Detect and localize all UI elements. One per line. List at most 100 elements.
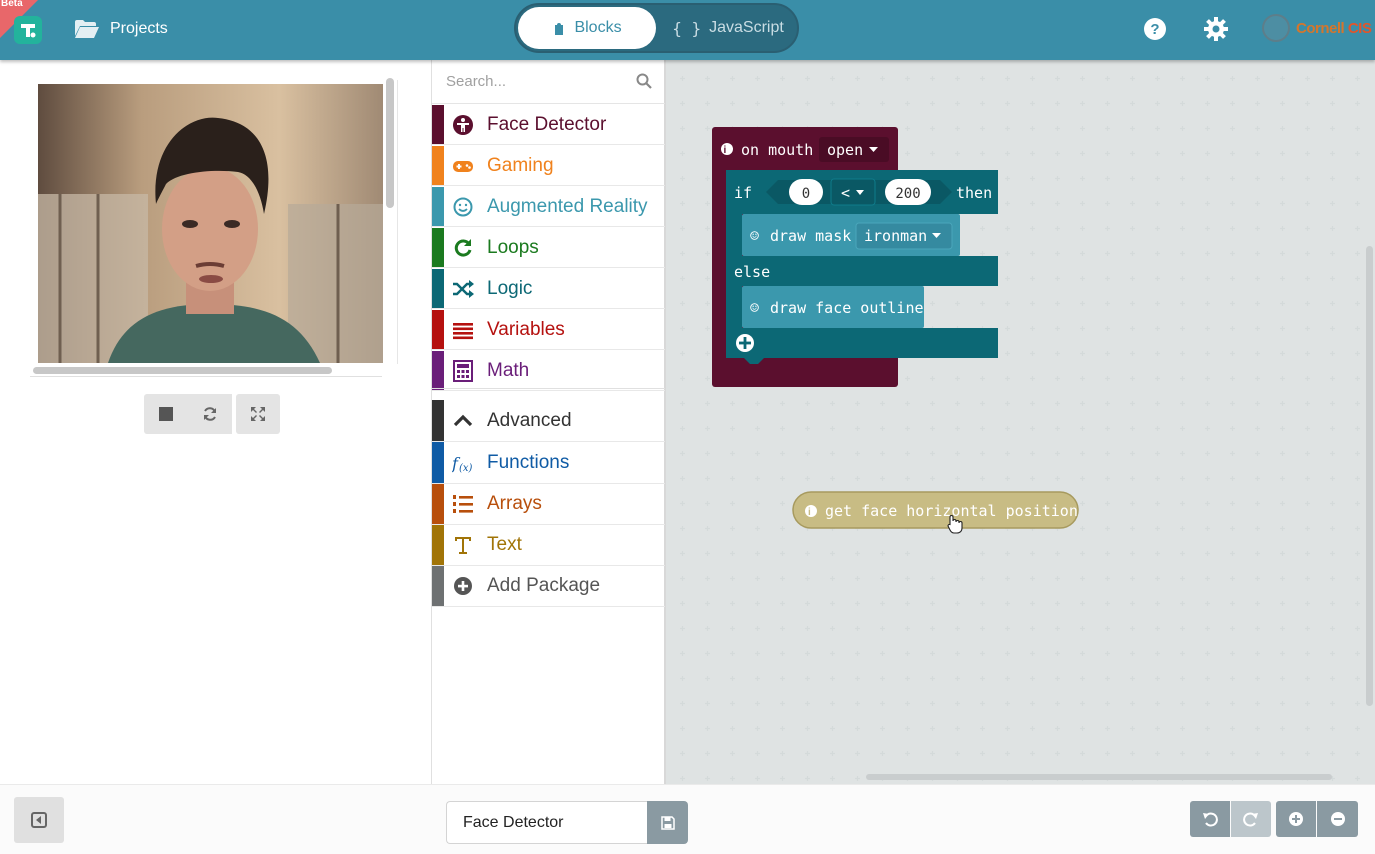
category-label: Face Detector <box>487 114 607 135</box>
folder-open-icon <box>75 20 99 38</box>
simulator-scroll-track <box>397 80 398 364</box>
zoom-out-icon <box>1330 812 1345 826</box>
beta-label: Beta <box>1 0 23 9</box>
undo-button[interactable] <box>1190 801 1230 837</box>
stop-icon <box>159 407 173 421</box>
projects-button[interactable]: Projects <box>74 16 168 42</box>
app-logo-icon[interactable] <box>14 16 42 44</box>
save-button[interactable] <box>647 801 688 844</box>
if-else-block[interactable]: if 0 < 200 then else <box>726 170 998 364</box>
category-label: Math <box>487 360 530 381</box>
then-label: then <box>956 184 992 202</box>
svg-text:?: ? <box>1150 21 1159 38</box>
project-name-input[interactable] <box>446 801 648 844</box>
face-detector-icon <box>453 115 473 135</box>
blocks-workspace[interactable]: i on mouth open if 0 < 200 then else ☺ d… <box>666 60 1375 784</box>
top-header: Beta Projects Blocks { } JavaScript ? Co… <box>0 0 1375 60</box>
gear-icon[interactable] <box>1203 16 1229 42</box>
draw-mask-block[interactable]: ☺ draw mask ironman <box>742 214 960 256</box>
list-lines-icon <box>453 323 473 340</box>
gamepad-icon <box>453 161 473 172</box>
category-advanced[interactable]: Advanced <box>432 400 665 442</box>
category-label: Variables <box>487 319 565 340</box>
puzzle-piece-icon <box>555 23 564 35</box>
zoom-in-icon <box>1289 812 1303 826</box>
smiley-icon: ☺ <box>750 299 759 317</box>
org-logo: Cornell CIS <box>1262 12 1372 44</box>
redo-icon <box>1243 812 1258 827</box>
javascript-label: JavaScript <box>709 19 784 36</box>
restart-simulator-button[interactable] <box>188 394 232 434</box>
category-text[interactable]: Text <box>432 525 665 566</box>
chevron-up-icon <box>453 414 473 427</box>
numbered-list-icon <box>453 495 473 513</box>
fullscreen-button[interactable] <box>236 394 280 434</box>
stop-simulator-button[interactable] <box>144 394 188 434</box>
if-label: if <box>734 184 752 202</box>
zoom-in-button[interactable] <box>1276 801 1316 837</box>
org-name-a: Cornell <box>1296 19 1348 37</box>
search-input[interactable] <box>446 70 626 92</box>
category-label: Add Package <box>487 575 601 596</box>
projects-label: Projects <box>110 20 168 37</box>
smiley-icon <box>453 197 473 217</box>
javascript-mode-button[interactable]: { } JavaScript <box>660 7 796 49</box>
braces-icon: { } <box>672 18 702 38</box>
blocks-mode-button[interactable]: Blocks <box>518 7 656 49</box>
category-math[interactable]: Math <box>432 351 665 391</box>
category-loops[interactable]: Loops <box>432 228 665 268</box>
category-label: Text <box>487 534 522 555</box>
category-functions[interactable]: f (x) Functions <box>432 442 665 484</box>
category-label: Loops <box>487 237 539 258</box>
collapse-left-icon <box>31 812 47 828</box>
collapse-simulator-button[interactable] <box>14 797 64 843</box>
simulator-horizontal-scrollbar[interactable] <box>33 367 332 374</box>
category-variables[interactable]: Variables <box>432 310 665 350</box>
plus-circle-icon <box>454 577 472 595</box>
category-add-package[interactable]: Add Package <box>432 566 665 607</box>
mask-dropdown-value[interactable]: ironman <box>864 227 927 245</box>
category-label: Gaming <box>487 155 554 176</box>
webcam-video <box>38 84 383 363</box>
function-icon: f (x) <box>452 454 473 474</box>
category-gaming[interactable]: Gaming <box>432 146 665 186</box>
if-operator[interactable]: < <box>841 184 850 202</box>
refresh-icon <box>204 407 216 421</box>
org-name-b: CIS <box>1347 19 1372 37</box>
blocks-label: Blocks <box>574 19 622 36</box>
category-logic[interactable]: Logic <box>432 269 665 309</box>
category-face-detector[interactable]: Face Detector <box>432 105 665 145</box>
cornell-seal-icon <box>1262 14 1290 42</box>
if-left-value[interactable]: 0 <box>802 186 810 202</box>
redo-button[interactable] <box>1231 801 1271 837</box>
calculator-icon <box>453 360 473 382</box>
event-dropdown-value[interactable]: open <box>827 141 863 159</box>
event-label: on mouth <box>741 141 813 159</box>
svg-text:i: i <box>808 507 811 518</box>
help-icon[interactable]: ? <box>1142 16 1168 42</box>
workspace-vertical-scrollbar[interactable] <box>1366 246 1373 706</box>
category-augmented-reality[interactable]: Augmented Reality <box>432 187 665 227</box>
category-label: Logic <box>487 278 533 299</box>
workspace-horizontal-scrollbar[interactable] <box>866 774 1332 780</box>
toolbox-search <box>432 60 665 104</box>
text-icon <box>455 537 471 554</box>
zoom-out-button[interactable] <box>1317 801 1358 837</box>
loop-icon <box>454 239 472 257</box>
search-icon[interactable] <box>636 73 652 89</box>
get-face-horizontal-position-block[interactable]: i get face horizontal position <box>792 491 1079 529</box>
block-canvas: i on mouth open if 0 < 200 then else ☺ d… <box>712 127 1079 534</box>
draw-mask-label: draw mask <box>770 227 851 245</box>
simulator-vertical-scrollbar[interactable] <box>386 78 394 208</box>
if-right-value[interactable]: 200 <box>895 186 920 202</box>
expand-icon <box>251 407 265 421</box>
shuffle-icon <box>453 280 474 298</box>
toolbox-separator <box>432 388 665 394</box>
category-arrays[interactable]: Arrays <box>432 484 665 525</box>
else-label: else <box>734 263 770 281</box>
bottom-toolbar <box>0 784 1375 854</box>
simulator-divider <box>30 376 382 377</box>
draw-face-outline-block[interactable]: ☺ draw face outline <box>742 286 924 328</box>
svg-text:(x): (x) <box>459 463 473 474</box>
block-toolbox: Face Detector Gaming Augmented Reality L… <box>431 60 666 784</box>
